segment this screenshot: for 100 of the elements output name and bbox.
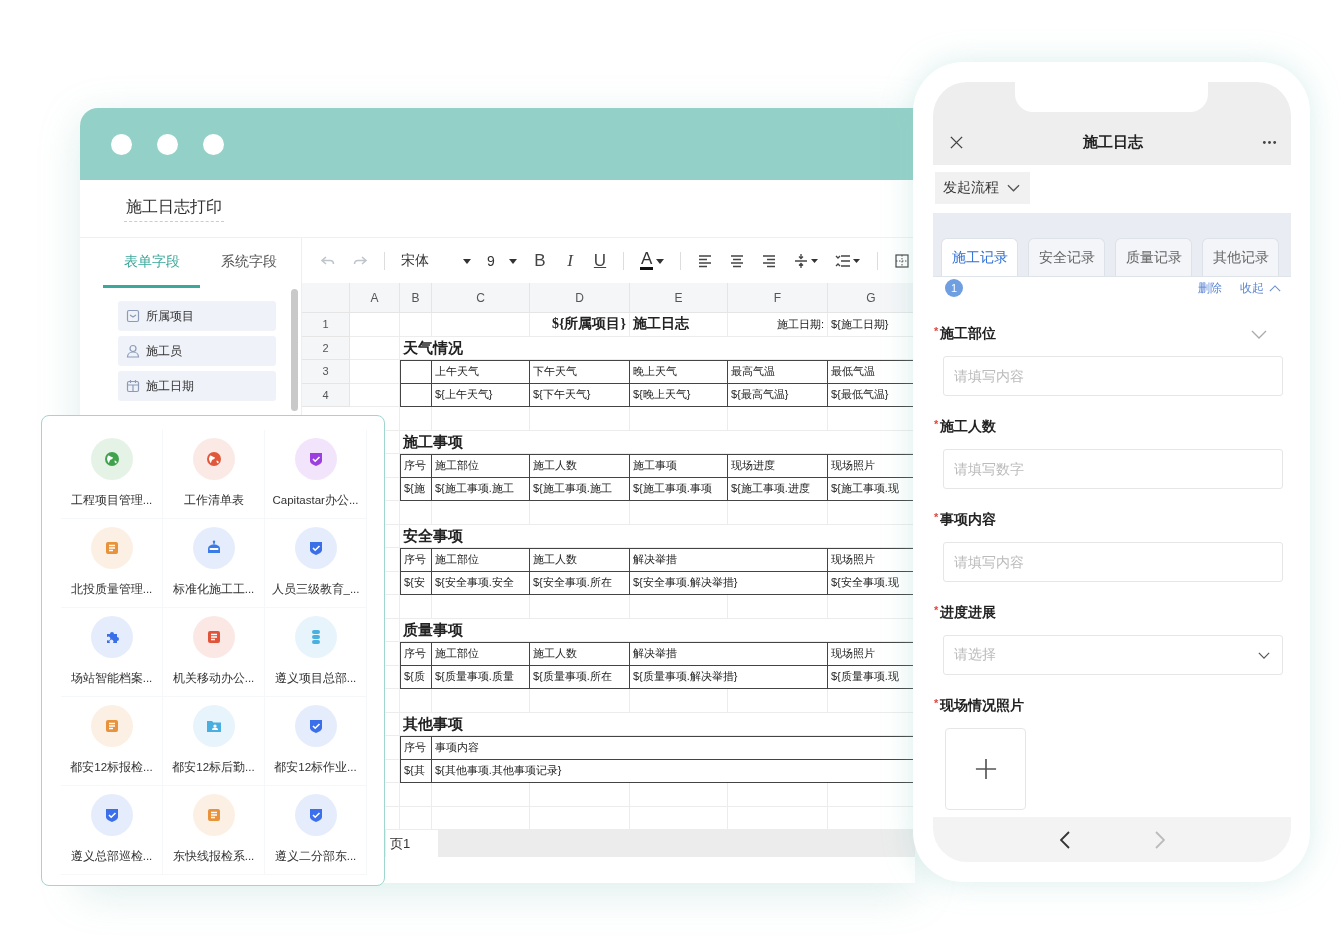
font-color-button[interactable]: A [640, 251, 665, 270]
app-tile[interactable]: 场站智能档案... [61, 608, 163, 697]
column-header[interactable]: F [728, 283, 828, 313]
table-cell: 施工人数 [530, 548, 630, 572]
field-item[interactable]: 施工员 [118, 336, 276, 366]
column-header[interactable]: B [400, 283, 432, 313]
align-center-icon[interactable] [729, 252, 746, 269]
app-tile[interactable]: Capitastar办公... [265, 430, 367, 519]
font-select[interactable]: 宋体 [401, 251, 471, 270]
sheet-tab[interactable]: 页1 [386, 830, 438, 857]
row-header[interactable]: 1 [302, 313, 350, 337]
app-tile[interactable]: 都安12标报检... [61, 697, 163, 786]
app-tile[interactable]: 遵义项目总部... [265, 608, 367, 697]
table-cell [400, 783, 432, 807]
field-label: *进度进展 [934, 604, 997, 622]
record-tab[interactable]: 施工记录 [941, 238, 1018, 276]
table-cell [400, 501, 432, 525]
app-tile[interactable]: 工作清单表 [163, 430, 265, 519]
caret-icon [509, 256, 517, 265]
record-tab[interactable]: 质量记录 [1115, 238, 1192, 276]
column-header[interactable]: D [530, 283, 630, 313]
form-icon [126, 309, 140, 323]
caret-icon [463, 256, 471, 265]
column-header[interactable]: A [350, 283, 400, 313]
app-tile[interactable]: 北投质量管理... [61, 519, 163, 608]
delete-link[interactable]: 删除 [1198, 279, 1222, 297]
record-tab[interactable]: 其他记录 [1202, 238, 1279, 276]
row-header[interactable]: 3 [302, 360, 350, 384]
screen-title: 施工日志 [1083, 132, 1143, 152]
field-label: *事项内容 [934, 511, 997, 529]
table-cell [400, 407, 432, 431]
table-cell: 序号 [400, 454, 432, 478]
align-left-icon[interactable] [697, 252, 714, 269]
close-icon[interactable] [949, 134, 964, 150]
scrollbar[interactable] [291, 289, 298, 411]
app-tile[interactable]: 都安12标后勤... [163, 697, 265, 786]
table-cell: 施工部位 [432, 548, 530, 572]
app-tile[interactable]: 标准化施工工... [163, 519, 265, 608]
row-header[interactable]: 4 [302, 383, 350, 407]
app-tile[interactable]: 东快线报检系... [163, 786, 265, 875]
app-tile[interactable]: 机关移动办公... [163, 608, 265, 697]
window-dot [111, 133, 132, 155]
input-field[interactable]: 请填写内容 [943, 356, 1283, 396]
row-header[interactable]: 2 [302, 336, 350, 360]
start-flow-button[interactable]: 发起流程 [935, 172, 1030, 204]
table-cell: ${质 [400, 665, 432, 689]
table-cell: ${质量事项.所在 [530, 665, 630, 689]
column-header[interactable]: C [432, 283, 530, 313]
table-cell: ${安 [400, 571, 432, 595]
input-field[interactable]: 请填写内容 [943, 542, 1283, 582]
table-cell: 解决举措 [630, 548, 828, 572]
record-tab[interactable]: 安全记录 [1028, 238, 1105, 276]
table-cell: ${所属项目} [530, 313, 630, 337]
back-icon[interactable] [1059, 830, 1070, 849]
app-tile[interactable]: 遵义二分部东... [265, 786, 367, 875]
format-button[interactable]: B [533, 250, 547, 271]
format-button[interactable]: I [563, 250, 577, 271]
table-cell: 施工日期: [728, 313, 828, 337]
table-cell: ${最高气温} [728, 383, 828, 407]
table-cell: ${施工事项.事项 [630, 477, 728, 501]
field-item[interactable]: 施工日期 [118, 371, 276, 401]
table-cell [400, 313, 432, 337]
format-button[interactable]: U [593, 250, 607, 271]
table-cell [350, 360, 400, 384]
table-cell: 晚上天气 [630, 360, 728, 384]
table-cell: 序号 [400, 642, 432, 666]
table-cell: 施工部位 [432, 454, 530, 478]
app-tile[interactable]: 都安12标作业... [265, 697, 367, 786]
column-header[interactable]: E [630, 283, 728, 313]
table-cell: 解决举措 [630, 642, 828, 666]
table-cell: ${施工事项.施工 [530, 477, 630, 501]
table-cell: ${下午天气} [530, 383, 630, 407]
field-item[interactable]: 所属项目 [118, 301, 276, 331]
input-field[interactable]: 请填写数字 [943, 449, 1283, 489]
table-cell: 最高气温 [728, 360, 828, 384]
table-cell: 序号 [400, 736, 432, 760]
table-cell: ${施工事项.进度 [728, 477, 828, 501]
field-tab[interactable]: 系统字段 [200, 238, 297, 288]
table-cell: ${施 [400, 477, 432, 501]
user-icon [126, 344, 140, 358]
table-cell: ${质量事项.质量 [432, 665, 530, 689]
field-label: *施工部位 [934, 325, 997, 343]
collapse-link[interactable]: 收起 [1240, 279, 1281, 297]
table-cell [400, 689, 432, 713]
table-cell [400, 360, 432, 384]
align-right-icon[interactable] [761, 252, 778, 269]
app-tile[interactable]: 遵义总部巡检... [61, 786, 163, 875]
table-cell [400, 383, 432, 407]
vertical-align-icon[interactable] [793, 252, 820, 269]
font-size-select[interactable]: 9 [487, 252, 517, 269]
table-cell [400, 595, 432, 619]
app-tile[interactable]: 人员三级教育_... [265, 519, 367, 608]
app-tile[interactable]: 工程项目管理... [61, 430, 163, 519]
window-dot [203, 133, 224, 155]
line-spacing-icon[interactable] [835, 252, 862, 269]
table-cell: ${其 [400, 759, 432, 783]
border-icon[interactable] [894, 252, 911, 269]
table-cell: ${安全事项.所在 [530, 571, 630, 595]
table-cell: ${质量事项.解决举措} [630, 665, 828, 689]
table-cell: ${晚上天气} [630, 383, 728, 407]
